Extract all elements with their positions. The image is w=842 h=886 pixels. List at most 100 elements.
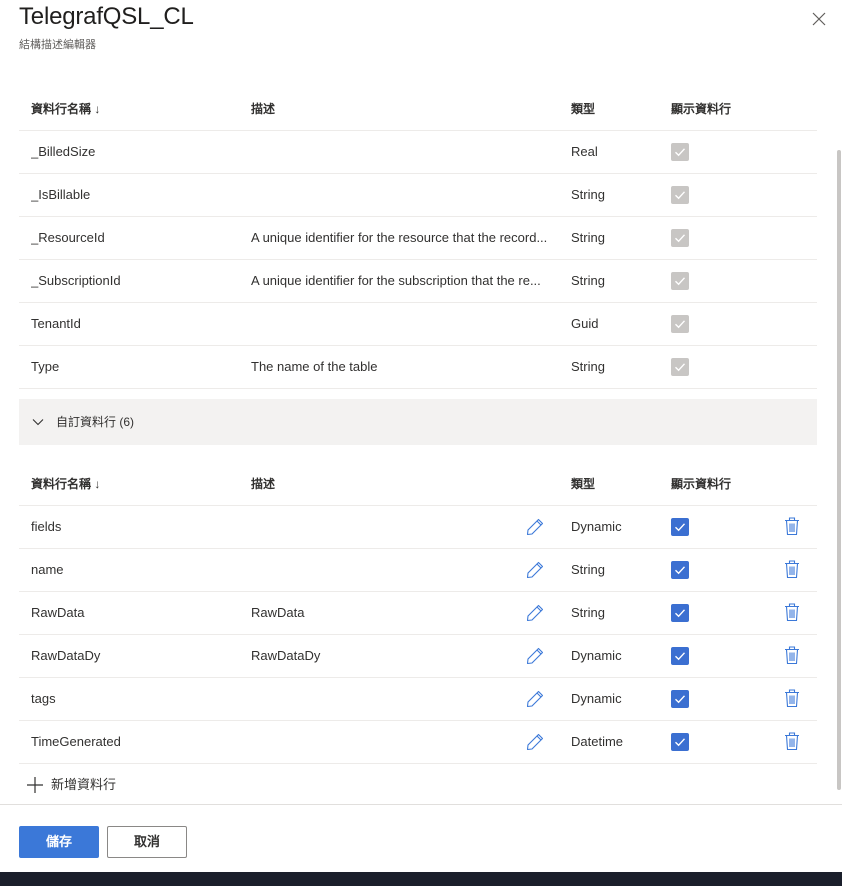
custom-columns-group-label: 自訂資料行 (6)	[56, 415, 135, 429]
column-header-show: 顯示資料行	[671, 102, 732, 116]
column-type-cell: Real	[571, 144, 598, 159]
show-column-checkbox	[671, 315, 689, 333]
column-name-cell: name	[31, 562, 64, 577]
checkmark-icon	[675, 738, 686, 747]
column-description-cell	[251, 131, 551, 173]
checkmark-icon	[675, 277, 686, 286]
table-row: RawData RawData String	[19, 592, 817, 635]
column-description-cell	[251, 721, 551, 763]
table-row: _SubscriptionId A unique identifier for t…	[19, 260, 817, 303]
table-row: _IsBillable String	[19, 174, 817, 217]
column-header-show: 顯示資料行	[671, 477, 732, 491]
column-type-cell: Dynamic	[571, 519, 622, 534]
pencil-icon[interactable]	[525, 732, 545, 752]
trash-icon[interactable]	[783, 559, 801, 579]
show-column-checkbox[interactable]	[671, 561, 689, 579]
footer-divider	[0, 804, 842, 805]
column-description-cell: A unique identifier for the resource tha…	[251, 230, 548, 245]
column-name-cell: RawDataDy	[31, 648, 101, 663]
show-column-checkbox[interactable]	[671, 647, 689, 665]
show-column-checkbox[interactable]	[671, 690, 689, 708]
custom-columns-group-toggle[interactable]: 自訂資料行 (6)	[19, 399, 817, 445]
show-column-checkbox[interactable]	[671, 518, 689, 536]
show-column-checkbox	[671, 358, 689, 376]
vertical-scrollbar[interactable]	[836, 60, 842, 804]
table-header-standard: 資料行名稱 ↓ 描述 類型 顯示資料行	[19, 88, 817, 131]
checkmark-icon	[675, 566, 686, 575]
add-column-label: 新增資料行	[51, 777, 117, 792]
column-description-cell	[251, 174, 551, 216]
table-row: TimeGenerated Datetime	[19, 721, 817, 764]
checkmark-icon	[675, 148, 686, 157]
column-name-cell: tags	[31, 691, 56, 706]
column-header-description: 描述	[251, 477, 276, 491]
pencil-icon[interactable]	[525, 603, 545, 623]
column-header-description: 描述	[251, 102, 276, 116]
close-icon	[812, 12, 826, 26]
trash-icon[interactable]	[783, 602, 801, 622]
column-description-cell	[251, 303, 551, 345]
save-button[interactable]: 儲存	[19, 826, 99, 858]
trash-icon[interactable]	[783, 645, 801, 665]
trash-icon[interactable]	[783, 688, 801, 708]
table-row: TenantId Guid	[19, 303, 817, 346]
column-description-cell	[251, 678, 551, 720]
column-name-cell: _SubscriptionId	[31, 273, 121, 288]
column-description-cell: A unique identifier for the subscription…	[251, 273, 541, 288]
cancel-button[interactable]: 取消	[107, 826, 187, 858]
column-name-cell: _BilledSize	[31, 144, 96, 159]
checkmark-icon	[675, 234, 686, 243]
show-column-checkbox	[671, 186, 689, 204]
trash-icon[interactable]	[783, 516, 801, 536]
column-description-cell	[251, 506, 551, 548]
column-type-cell: String	[571, 605, 605, 620]
column-header-type: 類型	[571, 477, 596, 491]
checkmark-icon	[675, 191, 686, 200]
chevron-down-icon	[32, 419, 44, 426]
page-subtitle: 結構描述編輯器	[19, 39, 96, 51]
column-name-cell: TenantId	[31, 316, 81, 331]
column-header-type: 類型	[571, 102, 596, 116]
pencil-icon[interactable]	[525, 517, 545, 537]
column-type-cell: Dynamic	[571, 648, 622, 663]
show-column-checkbox	[671, 272, 689, 290]
pencil-icon[interactable]	[525, 689, 545, 709]
column-type-cell: Dynamic	[571, 691, 622, 706]
column-type-cell: String	[571, 187, 605, 202]
column-header-name[interactable]: 資料行名稱 ↓	[31, 88, 241, 130]
column-name-cell: fields	[31, 519, 62, 534]
pencil-icon[interactable]	[525, 560, 545, 580]
table-row: fields Dynamic	[19, 506, 817, 549]
table-row: tags Dynamic	[19, 678, 817, 721]
column-type-cell: String	[571, 230, 605, 245]
schema-table-area: 資料行名稱 ↓ 描述 類型 顯示資料行 _BilledSize Real _IsBi…	[0, 60, 842, 804]
column-description-cell: RawData	[251, 605, 305, 620]
column-type-cell: String	[571, 359, 605, 374]
column-name-cell: TimeGenerated	[31, 734, 121, 749]
pencil-icon[interactable]	[525, 646, 545, 666]
table-row: RawDataDy RawDataDy Dynamic	[19, 635, 817, 678]
table-row: Type The name of the table String	[19, 346, 817, 389]
panel-header: TelegrafQSL_CL 結構描述編輯器	[0, 0, 842, 60]
column-header-name[interactable]: 資料行名稱 ↓	[31, 463, 241, 505]
close-button[interactable]	[809, 9, 829, 29]
show-column-checkbox[interactable]	[671, 604, 689, 622]
column-name-cell: RawData	[31, 605, 85, 620]
checkmark-icon	[675, 363, 686, 372]
table-header-custom: 資料行名稱 ↓ 描述 類型 顯示資料行	[19, 463, 817, 506]
column-name-cell: _IsBillable	[31, 187, 91, 202]
page-title: TelegrafQSL_CL	[19, 3, 194, 30]
column-name-cell: _ResourceId	[31, 230, 105, 245]
checkmark-icon	[675, 652, 686, 661]
column-type-cell: String	[571, 273, 605, 288]
scrollbar-thumb[interactable]	[837, 150, 841, 790]
show-column-checkbox	[671, 143, 689, 161]
taskbar-strip	[0, 872, 842, 886]
trash-icon[interactable]	[783, 731, 801, 751]
table-row: _ResourceId A unique identifier for the r…	[19, 217, 817, 260]
column-description-cell: The name of the table	[251, 359, 378, 374]
column-name-cell: Type	[31, 359, 60, 374]
show-column-checkbox[interactable]	[671, 733, 689, 751]
checkmark-icon	[675, 523, 686, 532]
checkmark-icon	[675, 320, 686, 329]
